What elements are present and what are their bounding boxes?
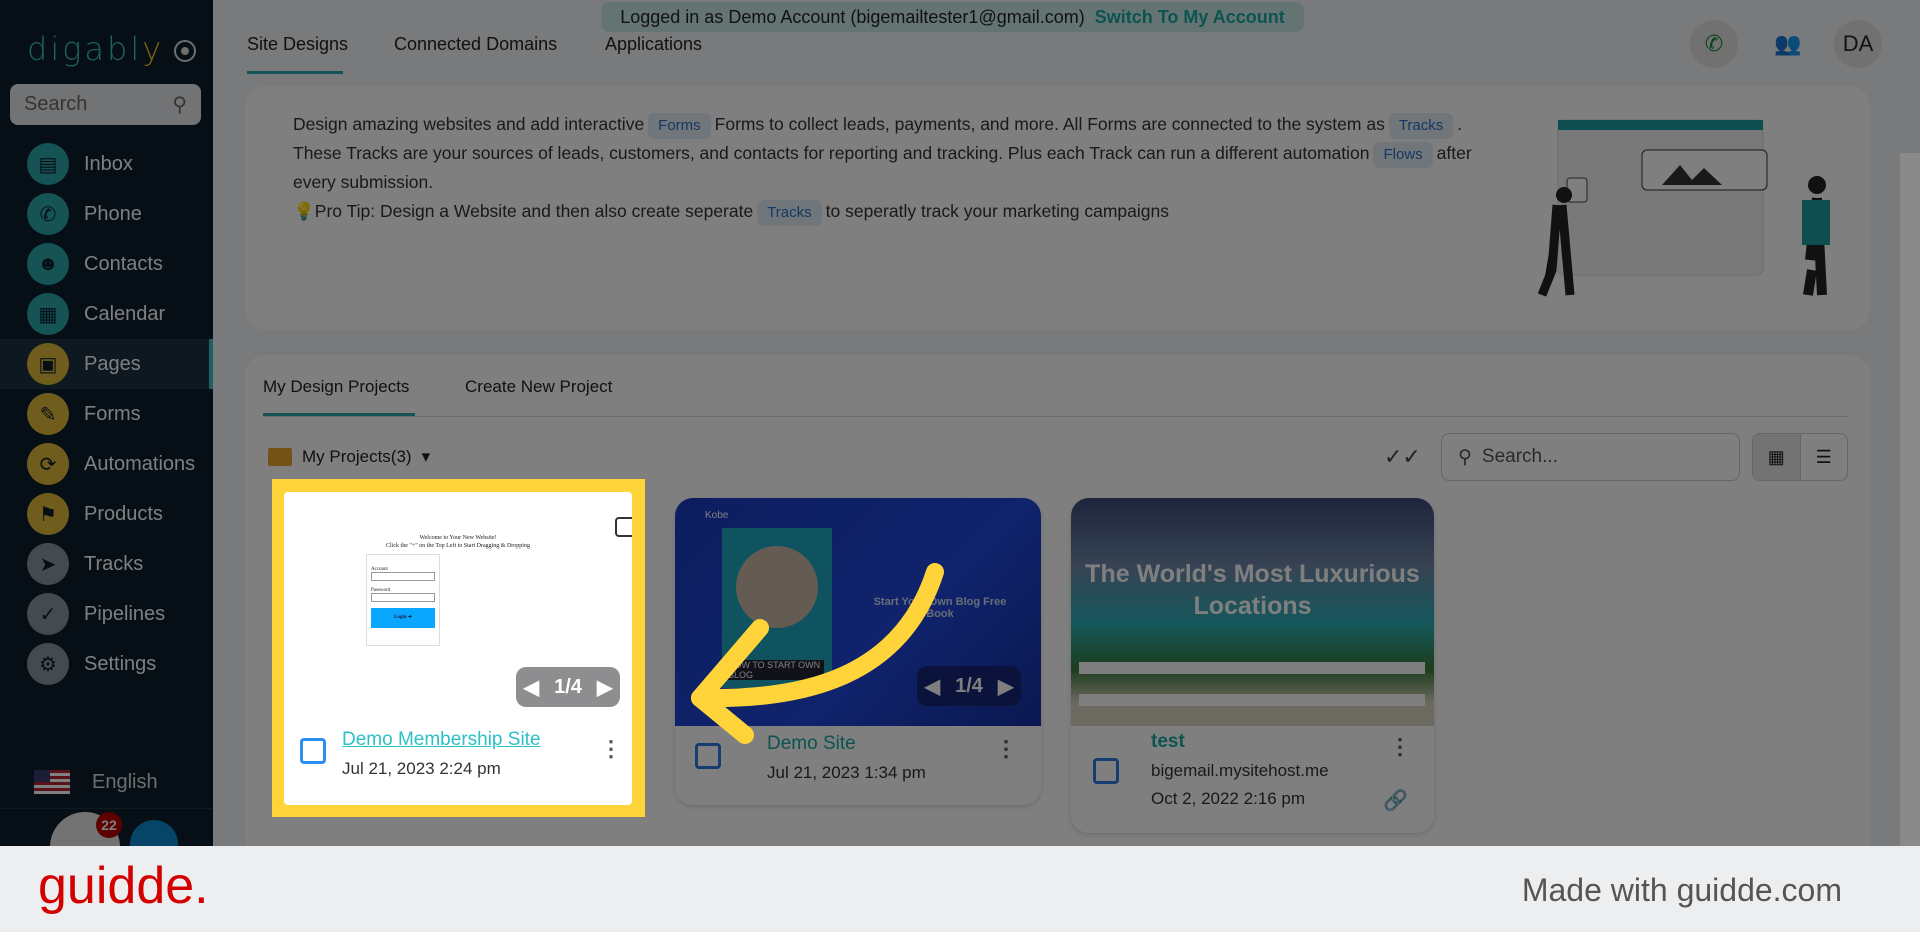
made-with-guidde[interactable]: Made with guidde.com: [1522, 872, 1842, 909]
guidde-footer: guidde. Made with guidde.com: [0, 846, 1920, 932]
scrollbar[interactable]: [1900, 153, 1920, 846]
guidde-logo: guidde.: [38, 857, 209, 915]
pointer-arrow: [691, 563, 944, 744]
